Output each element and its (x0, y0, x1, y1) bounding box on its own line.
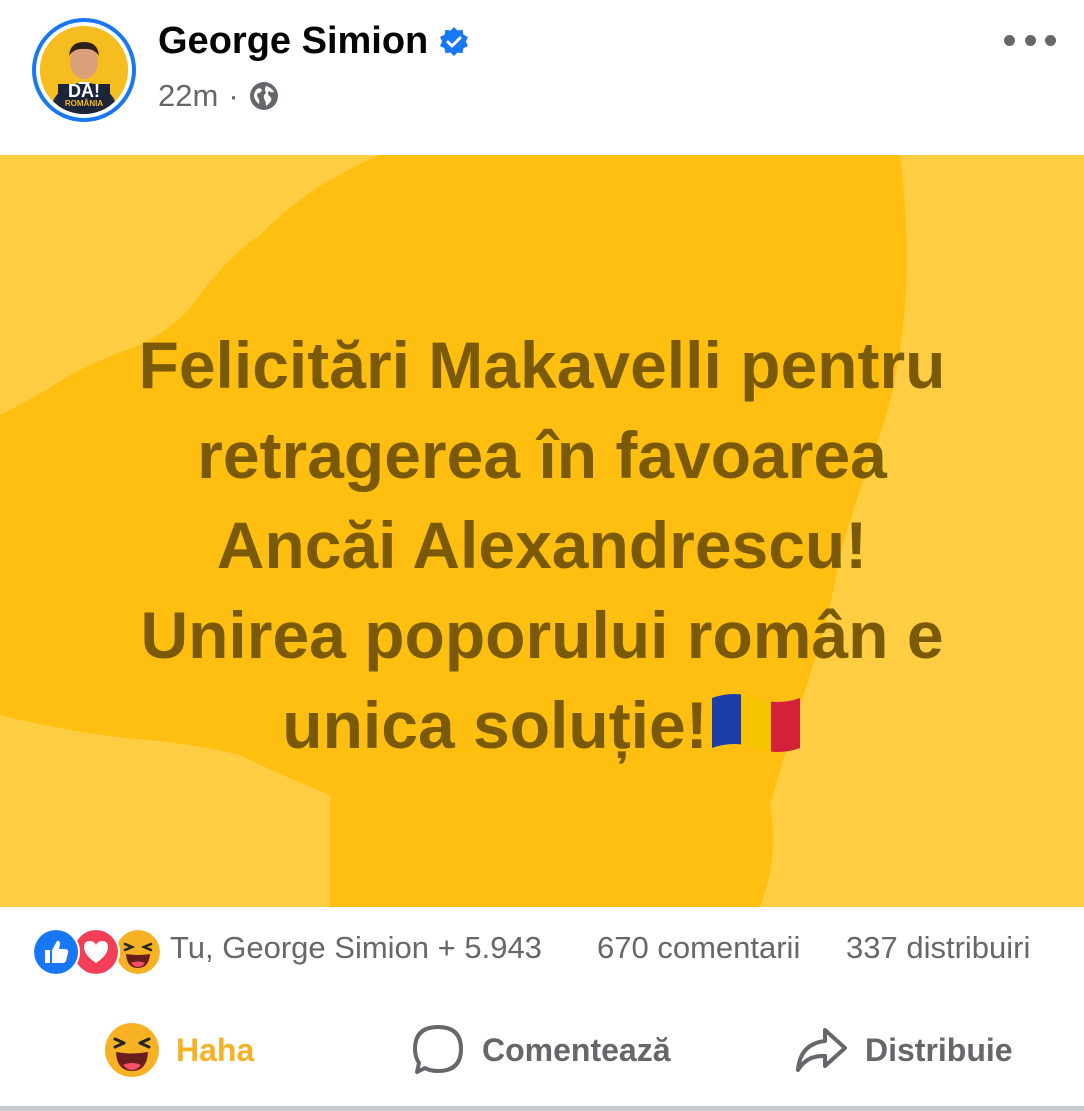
post-actions: Haha Comentează Distribuie (0, 1010, 1084, 1090)
share-label: Distribuie (865, 1031, 1013, 1068)
more-options-icon[interactable] (1004, 28, 1056, 52)
author-avatar[interactable]: DA! ROMÂNIA (32, 18, 136, 122)
more-dot-icon (1024, 34, 1036, 46)
more-dot-icon (1004, 34, 1015, 46)
avatar-logo-text: DA! (68, 81, 100, 101)
shares-count[interactable]: 337 distribuiri (846, 930, 1030, 966)
avatar-image: DA! ROMÂNIA (40, 26, 128, 114)
share-arrow-icon (793, 1022, 849, 1078)
comment-label: Comentează (482, 1031, 671, 1068)
reaction-icons[interactable] (32, 928, 162, 976)
post-text-line: Felicitări Makavelli pentru (138, 328, 946, 402)
like-reaction-icon (32, 928, 80, 976)
post-timestamp[interactable]: 22m (158, 78, 218, 114)
post-background[interactable]: Felicitări Makavelli pentru retragerea î… (0, 155, 1084, 907)
divider (0, 1106, 1084, 1111)
comment-button[interactable]: Comentează (410, 1010, 671, 1090)
haha-button[interactable]: Haha (104, 1010, 254, 1090)
post-header: DA! ROMÂNIA George Simion 22m · (0, 0, 1084, 155)
post-text-line: Unirea poporului român e (140, 598, 944, 672)
reaction-names[interactable]: Tu, George Simion + 5.943 (170, 930, 542, 966)
haha-label: Haha (176, 1031, 255, 1068)
post-text-line: retragerea în favoarea (197, 418, 887, 492)
avatar-logo-subtext: ROMÂNIA (64, 99, 104, 108)
post-text: Felicitări Makavelli pentru retragerea î… (40, 320, 1044, 770)
haha-emoji-icon (104, 1022, 160, 1078)
romania-flag-icon (710, 688, 802, 754)
more-dot-icon (1045, 34, 1056, 46)
share-button[interactable]: Distribuie (793, 1010, 1013, 1090)
meta-separator: · (228, 78, 239, 113)
post-text-line: unica soluție! (282, 688, 708, 762)
globe-icon[interactable] (249, 81, 279, 111)
haha-reaction-icon (114, 928, 162, 976)
comment-bubble-icon (410, 1022, 466, 1078)
author-row: George Simion (158, 20, 470, 63)
comments-count[interactable]: 670 comentarii (597, 930, 800, 966)
post-text-line: Ancăi Alexandrescu! (216, 508, 868, 582)
post-meta: 22m · (158, 78, 279, 114)
engagement-summary: Tu, George Simion + 5.943 670 comentarii… (0, 918, 1084, 980)
author-name[interactable]: George Simion (158, 20, 428, 63)
verified-badge-icon (438, 26, 470, 58)
